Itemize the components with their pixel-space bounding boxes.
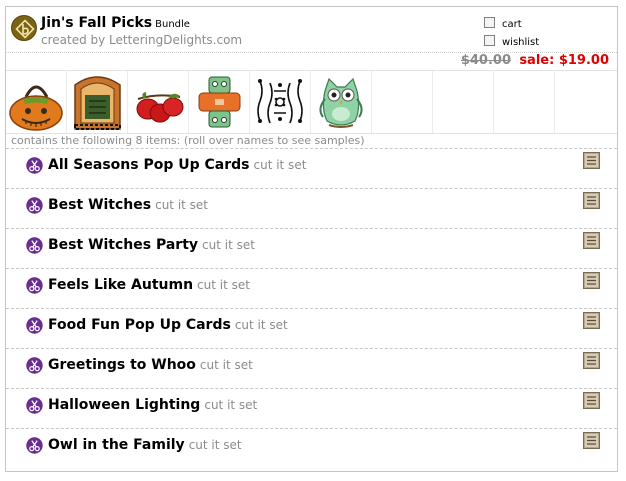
cart-option[interactable]: cart [484,17,522,30]
thumb-pumpkin-basket[interactable] [6,71,67,133]
list-item: Best Witches cut it set [6,188,617,228]
lettering-delights-logo-icon [11,15,37,41]
owl-icon [319,77,363,128]
item-type: cut it set [234,318,288,332]
item-name: Halloween Lighting [48,397,201,413]
thumb-owl[interactable] [311,71,372,133]
list-item: Food Fun Pop Up Cards cut it set [6,308,617,348]
list-item: All Seasons Pop Up Cards cut it set [6,148,617,188]
tat-tag-icon[interactable] [583,192,600,209]
tat-tag-icon[interactable] [583,352,600,369]
list-item: Halloween Lighting cut it set [6,388,617,428]
contains-text: contains the following 8 items: (roll ov… [11,134,365,147]
tat-tag-icon[interactable] [583,392,600,409]
item-name-link[interactable]: All Seasons Pop Up Cards cut it set [48,157,306,173]
thumb-empty [555,71,616,133]
tat-tag-icon[interactable] [583,272,600,289]
apples-icon [136,92,184,123]
item-name-link[interactable]: Best Witches cut it set [48,197,208,213]
bundle-kind-label: Bundle [155,19,190,30]
bundle-title: Jin's Fall Picks Bundle [41,15,190,31]
list-item: Owl in the Family cut it set [6,428,617,468]
ironwork-pattern-icon [257,79,303,124]
witch-frame-icon [74,76,121,130]
tat-tag-icon[interactable] [583,152,600,169]
tat-tag-icon[interactable] [583,232,600,249]
original-price: $40.00 [460,53,511,68]
thumb-ironwork-pattern[interactable] [250,71,311,133]
cart-checkbox[interactable] [484,17,495,28]
thumb-robot-card[interactable] [189,71,250,133]
item-name: Feels Like Autumn [48,277,194,293]
cart-label: cart [502,19,522,30]
item-name-link[interactable]: Best Witches Party cut it set [48,237,255,253]
item-name: Owl in the Family [48,437,185,453]
thumb-witch-frame[interactable] [67,71,128,133]
scissors-icon [26,237,43,254]
thumb-apples[interactable] [128,71,189,133]
item-name: Greetings to Whoo [48,357,196,373]
creator-text: created by LetteringDelights.com [41,33,243,47]
item-name: Best Witches [48,197,152,213]
list-item: Best Witches Party cut it set [6,228,617,268]
item-name-link[interactable]: Halloween Lighting cut it set [48,397,257,413]
sale-price: sale: $19.00 [519,53,609,68]
item-name-link[interactable]: Food Fun Pop Up Cards cut it set [48,317,288,333]
item-type: cut it set [202,238,255,252]
item-type: cut it set [197,278,250,292]
thumb-empty [433,71,494,133]
item-type: cut it set [155,198,209,212]
item-name: Food Fun Pop Up Cards [48,317,231,333]
item-type: cut it set [204,398,258,412]
scissors-icon [26,277,43,294]
scissors-icon [26,437,43,454]
scissors-icon [26,157,43,174]
price-row: $40.00 sale: $19.00 [6,52,617,71]
scissors-icon [26,357,43,374]
wishlist-option[interactable]: wishlist [484,35,539,48]
tat-tag-icon[interactable] [583,312,600,329]
item-type: cut it set [199,358,253,372]
scissors-icon [26,397,43,414]
item-name: Best Witches Party [48,237,199,253]
pumpkin-basket-icon [9,85,63,131]
item-name-link[interactable]: Greetings to Whoo cut it set [48,357,253,373]
item-name-link[interactable]: Feels Like Autumn cut it set [48,277,250,293]
bundle-title-text: Jin's Fall Picks [41,15,153,31]
robot-card-icon [198,76,241,128]
thumb-empty [494,71,555,133]
list-item: Feels Like Autumn cut it set [6,268,617,308]
scissors-icon [26,197,43,214]
scissors-icon [26,317,43,334]
bundle-panel: Jin's Fall Picks Bundle created by Letter… [5,6,618,472]
item-type: cut it set [253,158,307,172]
thumb-empty [372,71,433,133]
wishlist-label: wishlist [502,37,540,48]
item-name-link[interactable]: Owl in the Family cut it set [48,437,242,453]
item-name: All Seasons Pop Up Cards [48,157,250,173]
tat-tag-icon[interactable] [583,432,600,449]
wishlist-checkbox[interactable] [484,35,495,46]
item-type: cut it set [188,438,242,452]
list-item: Greetings to Whoo cut it set [6,348,617,388]
thumbnail-strip [6,70,617,134]
bundle-header: Jin's Fall Picks Bundle created by Letter… [6,7,617,52]
